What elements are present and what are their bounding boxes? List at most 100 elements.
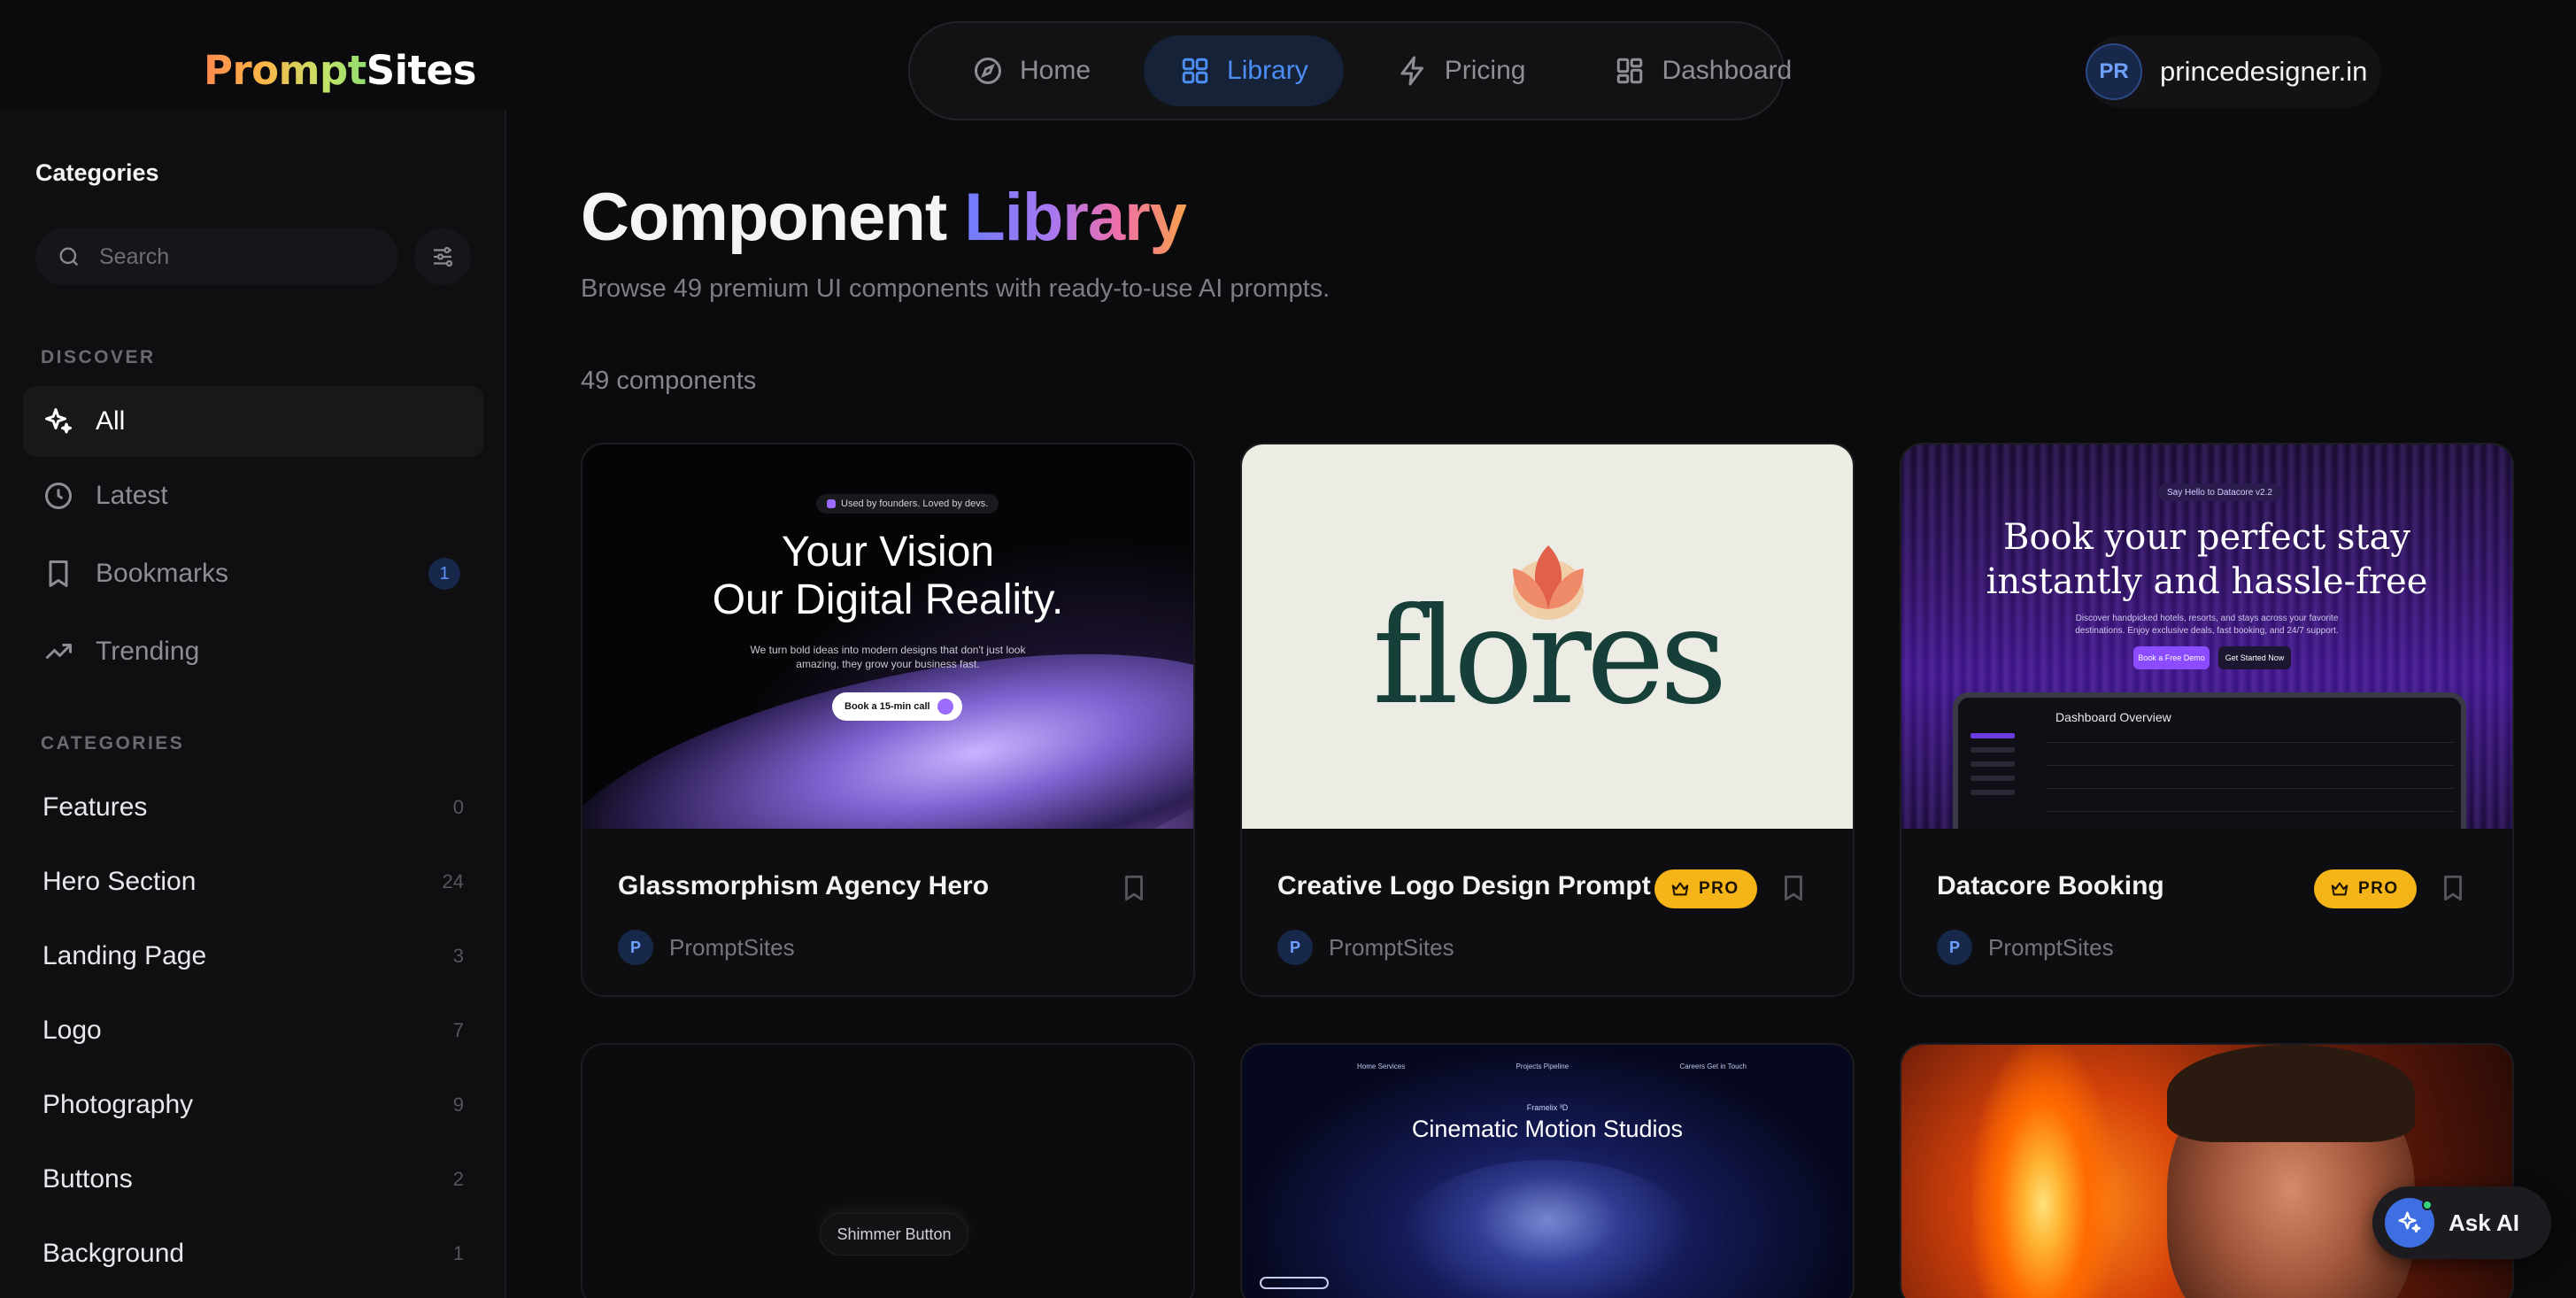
sidebar-title: Categories: [35, 159, 159, 186]
category-count: 24: [442, 870, 464, 892]
card-thumbnail[interactable]: flores: [1242, 444, 1853, 829]
sidebar-item-all[interactable]: All: [23, 386, 483, 457]
component-card[interactable]: Say Hello to Datacore v2.2 Book your per…: [1900, 443, 2514, 997]
bookmark-icon[interactable]: [2438, 873, 2468, 903]
thumb-dashboard-sidebar: [1971, 733, 2032, 822]
thumb-primary-button: Book a Free Demo: [2133, 646, 2210, 669]
category-item-logo[interactable]: Logo 7: [42, 1004, 464, 1057]
category-label: Buttons: [42, 1164, 133, 1194]
thumb-nav: Home Services Projects Pipeline Careers …: [1357, 1057, 1747, 1075]
logo-text-sites: Sites: [366, 47, 477, 94]
categories-section-label: CATEGORIES: [41, 733, 185, 753]
bookmark-icon[interactable]: [1119, 873, 1149, 903]
search-input[interactable]: [99, 243, 365, 270]
ask-ai-orb: [2385, 1198, 2434, 1248]
author-avatar: P: [618, 930, 653, 965]
thumb-headline-1: Your Vision: [781, 529, 995, 576]
thumb-headline: Cinematic Motion Studios: [1411, 1116, 1684, 1142]
thumb-cta-text: Book a 15-min call: [845, 701, 930, 712]
thumb-flame: [1972, 1045, 2114, 1298]
component-card[interactable]: flores Creative Logo Design Prompt PRO P…: [1240, 443, 1855, 997]
compass-icon: [975, 58, 1001, 84]
thumb-nav-item: Careers Get in Touch: [1679, 1062, 1747, 1070]
logo-text-prompt: Prompt: [204, 47, 366, 94]
ask-ai-button[interactable]: Ask AI: [2372, 1186, 2551, 1259]
page-title: Component Library: [581, 177, 1187, 259]
nav-library-label: Library: [1227, 56, 1308, 85]
bookmark-icon[interactable]: [1778, 873, 1809, 903]
component-card[interactable]: [1900, 1043, 2514, 1298]
thumb-paragraph: Discover handpicked hotels, resorts, and…: [2075, 614, 2339, 636]
card-author: P PromptSites: [1937, 930, 2114, 965]
avatar: PR: [2086, 43, 2142, 100]
filter-button[interactable]: [414, 228, 471, 285]
thumb-portrait-hair: [2167, 1045, 2415, 1142]
nav-pricing[interactable]: Pricing: [1361, 35, 1562, 106]
thumb-headline-2: Our Digital Reality.: [712, 576, 1064, 623]
sliders-icon: [434, 246, 453, 267]
card-author: P PromptSites: [618, 930, 795, 965]
category-item-buttons[interactable]: Buttons 2: [42, 1153, 464, 1206]
discover-section-label: DISCOVER: [41, 347, 156, 367]
nav-dashboard-label: Dashboard: [1662, 56, 1793, 85]
nav-library[interactable]: Library: [1144, 35, 1344, 106]
category-label: Photography: [42, 1090, 194, 1119]
category-item-photography[interactable]: Photography 9: [42, 1078, 464, 1132]
sidebar-item-label: All: [96, 406, 126, 436]
user-name: princedesigner.in: [2160, 56, 2368, 87]
component-card[interactable]: Shimmer Button: [581, 1043, 1195, 1298]
category-count: 2: [452, 1168, 464, 1190]
sparkles-icon: [45, 408, 72, 434]
thumb-paragraph: We turn bold ideas into modern designs t…: [750, 644, 1026, 670]
thumb-progress-pill: [1260, 1277, 1329, 1289]
category-label: Features: [42, 792, 148, 822]
nav-dashboard[interactable]: Dashboard: [1578, 35, 1827, 106]
card-thumbnail[interactable]: Shimmer Button: [582, 1045, 1193, 1298]
nav-home[interactable]: Home: [937, 35, 1126, 106]
card-thumbnail[interactable]: Home Services Projects Pipeline Careers …: [1242, 1045, 1853, 1298]
card-author: P PromptSites: [1277, 930, 1454, 965]
thumb-cta: Book a 15-min call: [832, 692, 962, 721]
ask-ai-label: Ask AI: [2449, 1209, 2519, 1236]
sidebar-item-label: Bookmarks: [96, 559, 229, 588]
page-title-part1: Component: [581, 180, 947, 255]
thumb-shimmer-button: Shimmer Button: [820, 1213, 968, 1256]
thumb-dragonfly-glow: [1401, 1160, 1693, 1298]
component-card[interactable]: Home Services Projects Pipeline Careers …: [1240, 1043, 1855, 1298]
card-title: Creative Logo Design Prompt: [1277, 871, 1651, 900]
thumb-secondary-button: Get Started Now: [2218, 646, 2291, 669]
grid-icon: [1182, 58, 1208, 84]
pro-badge: PRO: [1654, 869, 1757, 908]
category-label: Hero Section: [42, 867, 197, 896]
sidebar-item-label: Latest: [96, 481, 168, 510]
card-thumbnail[interactable]: [1901, 1045, 2512, 1298]
page-subtitle: Browse 49 premium UI components with rea…: [581, 274, 1330, 303]
thumb-logo-wordmark: flores: [1372, 580, 1727, 734]
category-count: 1: [452, 1242, 464, 1264]
category-item-features[interactable]: Features 0: [42, 781, 464, 834]
category-count: 0: [452, 796, 464, 818]
card-title: Datacore Booking: [1937, 871, 2164, 900]
pro-badge: PRO: [2314, 869, 2417, 908]
author-name: PromptSites: [1988, 933, 2114, 961]
thumb-nav-item: Home Services: [1357, 1062, 1406, 1070]
thumb-dashboard-mock: Dashboard Overview: [1953, 692, 2466, 829]
card-thumbnail[interactable]: Used by founders. Loved by devs. Your Vi…: [582, 444, 1193, 829]
category-label: Landing Page: [42, 941, 207, 970]
user-menu[interactable]: PR princedesigner.in: [2086, 35, 2381, 108]
pro-badge-label: PRO: [1699, 879, 1739, 898]
category-item-landing-page[interactable]: Landing Page 3: [42, 930, 464, 983]
category-item-hero-section[interactable]: Hero Section 24: [42, 855, 464, 908]
brand-logo[interactable]: PromptSites: [204, 44, 476, 97]
author-name: PromptSites: [669, 933, 795, 961]
thumb-nav-item: Projects Pipeline: [1516, 1062, 1570, 1070]
sidebar-item-trending[interactable]: Trending: [23, 616, 483, 687]
card-thumbnail[interactable]: Say Hello to Datacore v2.2 Book your per…: [1901, 444, 2512, 829]
card-title: Glassmorphism Agency Hero: [618, 871, 990, 900]
main-nav: Home Library Pricing Dashboard: [908, 21, 1792, 120]
sidebar-item-bookmarks[interactable]: Bookmarks 1: [23, 538, 483, 609]
sidebar-item-latest[interactable]: Latest: [23, 460, 483, 531]
category-item-background[interactable]: Background 1: [42, 1227, 464, 1280]
component-card[interactable]: Used by founders. Loved by devs. Your Vi…: [581, 443, 1195, 997]
dashboard-icon: [1617, 58, 1643, 84]
